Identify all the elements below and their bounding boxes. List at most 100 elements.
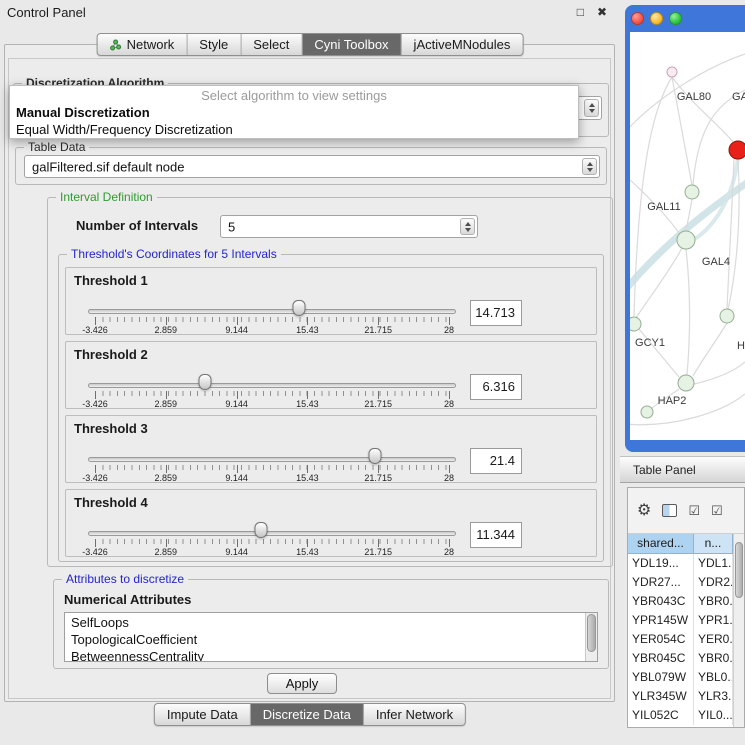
algorithm-option[interactable]: Equal Width/Frequency Discretization: [10, 121, 578, 138]
tab-infer-network[interactable]: Infer Network: [364, 704, 465, 725]
slider-scale-label: 21.715: [364, 399, 392, 409]
num-intervals-select[interactable]: 5: [220, 215, 478, 238]
column-header-1[interactable]: n...: [694, 534, 733, 554]
minimize-window-icon[interactable]: [650, 12, 663, 25]
table-cell: YIL052C: [628, 706, 694, 725]
attribute-item[interactable]: TopologicalCoefficient: [65, 631, 585, 648]
table-row[interactable]: YBR045CYBR0...: [628, 649, 733, 668]
algorithm-dropdown-popup: Select algorithm to view settings Manual…: [9, 85, 579, 139]
network-node[interactable]: [641, 406, 653, 418]
slider-thumb[interactable]: [198, 374, 211, 390]
slider-major-tick: [95, 317, 96, 325]
table-row[interactable]: YBL079WYBL0...: [628, 668, 733, 687]
table-row[interactable]: YBR043CYBR0...: [628, 592, 733, 611]
slider-major-tick: [449, 465, 450, 473]
slider-major-tick: [307, 465, 308, 473]
table-row[interactable]: YDL19...YDL1...: [628, 554, 733, 573]
table-cell: YBR043C: [628, 592, 694, 611]
threshold-value-field[interactable]: 11.344: [470, 522, 522, 548]
table-data-group-title: Table Data: [24, 140, 89, 154]
slider-scale-label: 15.43: [296, 473, 319, 483]
network-node[interactable]: [678, 375, 694, 391]
table-data-value: galFiltered.sif default node: [32, 159, 184, 174]
threshold-panel: Threshold 1-3.4262.8599.14415.4321.71528…: [65, 267, 597, 335]
list-scrollbar-thumb[interactable]: [587, 614, 596, 652]
network-canvas[interactable]: GAL80GAGAL11GAL4GCY1HHAP2: [630, 32, 745, 440]
slider-thumb[interactable]: [368, 448, 381, 464]
slider-major-tick: [237, 391, 238, 399]
float-window-icon[interactable]: □: [577, 5, 584, 19]
threshold-value-field[interactable]: 14.713: [470, 300, 522, 326]
table-data-select[interactable]: galFiltered.sif default node: [24, 155, 600, 178]
threshold-value-field[interactable]: 21.4: [470, 448, 522, 474]
threshold-value-field[interactable]: 6.316: [470, 374, 522, 400]
numerical-attributes-list: SelfLoopsTopologicalCoefficientBetweenne…: [65, 614, 585, 662]
attribute-item[interactable]: SelfLoops: [65, 614, 585, 631]
attributes-group: Attributes to discretize Numerical Attri…: [53, 579, 609, 669]
table-row[interactable]: YPR145WYPR1...: [628, 611, 733, 630]
select-all-columns-icon[interactable]: ☑: [688, 504, 700, 518]
slider-thumb[interactable]: [255, 522, 268, 538]
table-cell: YDL19...: [628, 554, 694, 573]
slider-major-tick: [95, 465, 96, 473]
network-node[interactable]: [677, 231, 695, 249]
slider-tick-area: -3.4262.8599.14415.4321.71528: [95, 372, 449, 408]
table-scrollbar-thumb[interactable]: [735, 542, 743, 598]
unselect-all-columns-icon[interactable]: ☑: [711, 504, 723, 518]
slider-scale-label: 15.43: [296, 399, 319, 409]
network-node[interactable]: [667, 67, 677, 77]
slider-major-tick: [378, 317, 379, 325]
slider-tick-area: -3.4262.8599.14415.4321.71528: [95, 298, 449, 334]
apply-button[interactable]: Apply: [267, 673, 337, 694]
tab-select[interactable]: Select: [241, 34, 302, 55]
tab-cyni-toolbox[interactable]: Cyni Toolbox: [302, 34, 401, 55]
attribute-item[interactable]: BetweennessCentrality: [65, 648, 585, 662]
combo-stepper-icon: [460, 218, 475, 235]
interval-group-title: Interval Definition: [56, 190, 157, 204]
slider-tick-area: -3.4262.8599.14415.4321.71528: [95, 446, 449, 482]
close-panel-icon[interactable]: ✖: [597, 5, 607, 19]
network-node-label: GAL80: [677, 91, 711, 103]
network-node[interactable]: [720, 309, 734, 323]
algorithm-placeholder-option[interactable]: Select algorithm to view settings: [10, 87, 578, 104]
table-row[interactable]: YDR27...YDR2...: [628, 573, 733, 592]
table-body: YDL19...YDL1...YDR27...YDR2...YBR043CYBR…: [628, 554, 733, 725]
algorithm-option[interactable]: Manual Discretization: [10, 104, 578, 121]
threshold-slider[interactable]: -3.4262.8599.14415.4321.71528: [88, 446, 456, 482]
tab-label: Style: [199, 37, 228, 52]
threshold-slider[interactable]: -3.4262.8599.14415.4321.71528: [88, 298, 456, 334]
tab-discretize-data[interactable]: Discretize Data: [251, 704, 364, 725]
slider-thumb[interactable]: [293, 300, 306, 316]
table-row[interactable]: YLR345WYLR3...: [628, 687, 733, 706]
slider-scale-label: 28: [444, 547, 454, 557]
tab-jactivemnodules[interactable]: jActiveMNodules: [402, 34, 523, 55]
gear-icon[interactable]: ⚙: [637, 503, 651, 519]
zoom-window-icon[interactable]: [669, 12, 682, 25]
tab-impute-data[interactable]: Impute Data: [155, 704, 251, 725]
network-node[interactable]: [630, 317, 641, 331]
list-scrollbar[interactable]: [585, 613, 597, 661]
column-selector-icon[interactable]: [662, 504, 677, 517]
table-cell: YBR0...: [694, 649, 733, 668]
network-node[interactable]: [729, 141, 745, 159]
slider-major-tick: [307, 317, 308, 325]
network-edge: [634, 77, 672, 316]
network-node[interactable]: [685, 185, 699, 199]
table-row[interactable]: YER054CYER0...: [628, 630, 733, 649]
slider-minor-ticks: [95, 391, 449, 396]
table-scrollbar[interactable]: [733, 534, 744, 727]
slider-scale-label: 15.43: [296, 325, 319, 335]
tab-label: Impute Data: [167, 707, 238, 722]
tab-style[interactable]: Style: [187, 34, 241, 55]
table-cell: YBL0...: [694, 668, 733, 687]
tab-network[interactable]: Network: [98, 34, 188, 55]
column-header-0[interactable]: shared...: [628, 534, 694, 554]
table-row[interactable]: YIL052CYIL0...: [628, 706, 733, 725]
slider-major-tick: [378, 391, 379, 399]
tab-label: Select: [253, 37, 289, 52]
threshold-slider[interactable]: -3.4262.8599.14415.4321.71528: [88, 520, 456, 556]
slider-scale-label: 9.144: [225, 547, 248, 557]
network-node-label: GA: [732, 91, 745, 103]
close-window-icon[interactable]: [631, 12, 644, 25]
threshold-slider[interactable]: -3.4262.8599.14415.4321.71528: [88, 372, 456, 408]
